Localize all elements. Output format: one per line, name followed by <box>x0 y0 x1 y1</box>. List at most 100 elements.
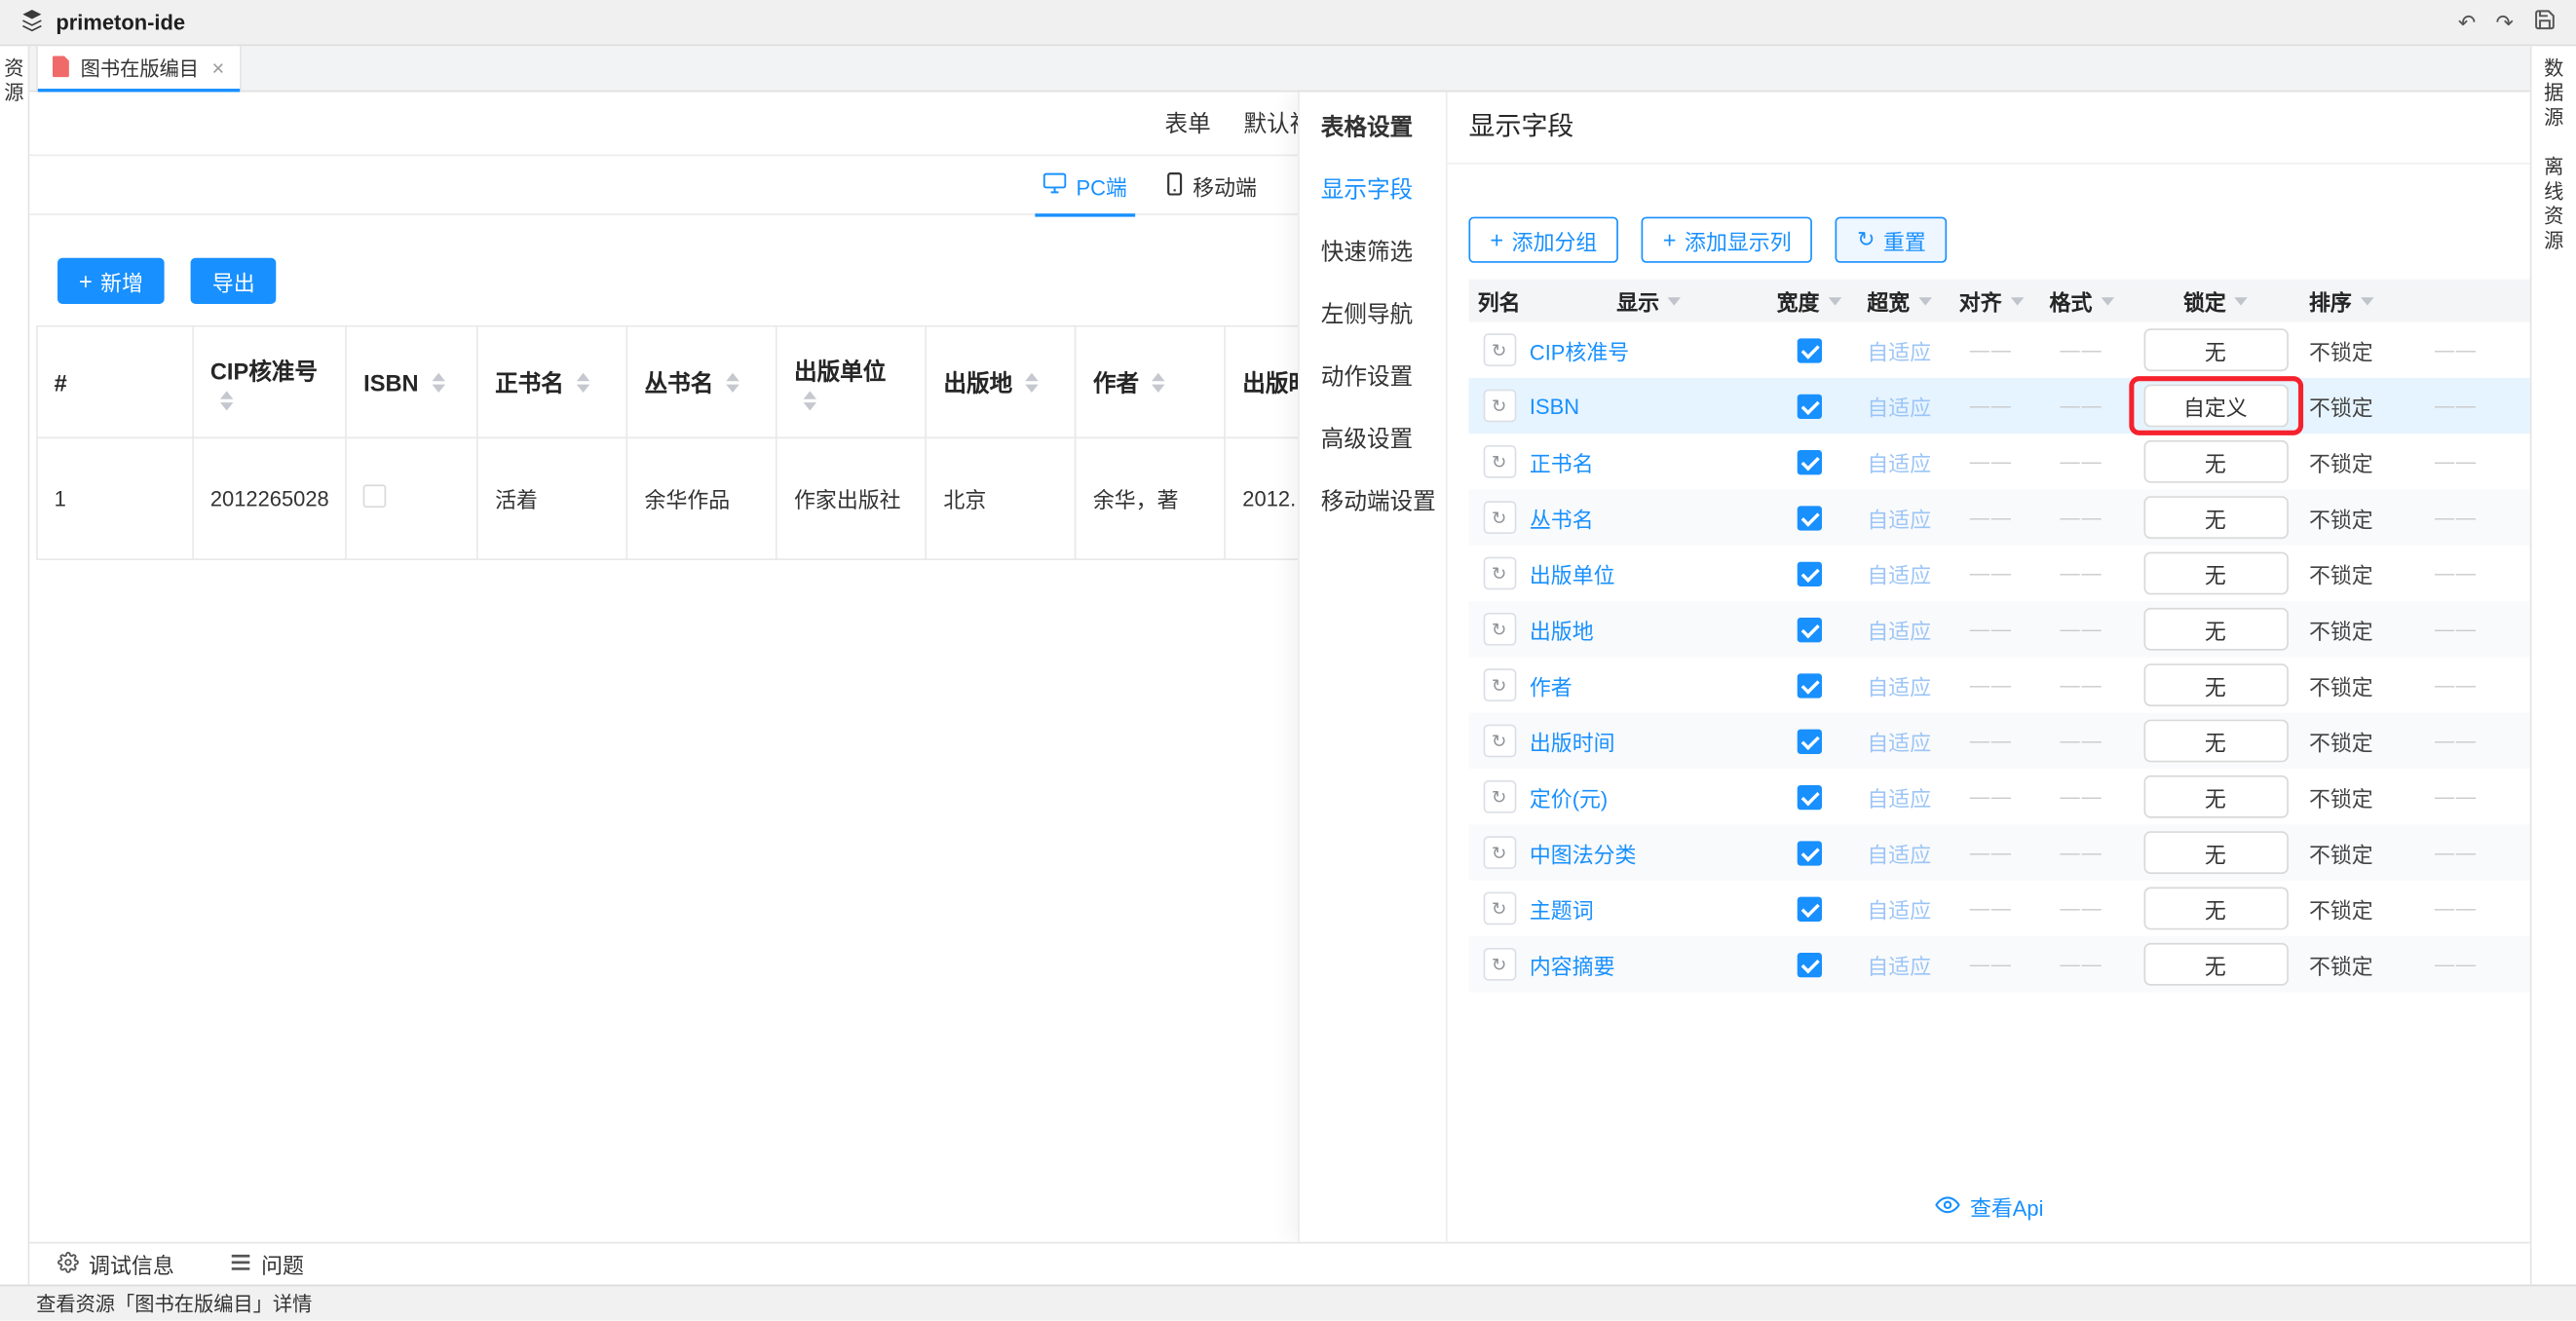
filter-caret-icon[interactable] <box>2010 296 2023 304</box>
filter-caret-icon[interactable] <box>1918 296 1931 304</box>
format-button[interactable]: 无 <box>2143 552 2288 595</box>
display-checkbox[interactable] <box>1797 784 1821 809</box>
field-name-link[interactable]: 内容摘要 <box>1530 949 1615 980</box>
tab-pc[interactable]: PC端 <box>1043 156 1127 215</box>
col-header-isbn[interactable]: ISBN <box>346 326 477 438</box>
lock-value[interactable]: 不锁定 <box>2309 949 2373 980</box>
settings-menu-item[interactable]: 移动端设置 <box>1300 470 1446 532</box>
field-row[interactable]: ↻ 丛书名 自适应 —— —— 无 不锁定 —— <box>1468 489 2531 545</box>
format-button[interactable]: 无 <box>2143 831 2288 874</box>
refresh-row-icon[interactable]: ↻ <box>1483 948 1516 981</box>
lock-value[interactable]: 不锁定 <box>2309 669 2373 700</box>
redo-icon[interactable]: ↷ <box>2496 12 2514 33</box>
field-name-link[interactable]: 出版地 <box>1530 614 1594 645</box>
lock-value[interactable]: 不锁定 <box>2309 892 2373 924</box>
filter-caret-icon[interactable] <box>2101 296 2113 304</box>
refresh-row-icon[interactable]: ↻ <box>1483 780 1516 813</box>
field-row[interactable]: ↻ 内容摘要 自适应 —— —— 无 不锁定 —— <box>1468 936 2531 992</box>
display-checkbox[interactable] <box>1797 841 1821 865</box>
width-value[interactable]: 自适应 <box>1867 390 1931 421</box>
lock-value[interactable]: 不锁定 <box>2309 334 2373 365</box>
field-column-header[interactable]: 宽度 <box>1767 280 1849 322</box>
tab-book-cip[interactable]: 图书在版编目 × <box>36 46 241 91</box>
reset-button[interactable]: ↻ 重置 <box>1836 217 1948 263</box>
width-value[interactable]: 自适应 <box>1867 614 1931 645</box>
filter-caret-icon[interactable] <box>2360 296 2372 304</box>
refresh-row-icon[interactable]: ↻ <box>1483 445 1516 478</box>
format-button[interactable]: 无 <box>2143 663 2288 706</box>
refresh-row-icon[interactable]: ↻ <box>1483 613 1516 646</box>
field-name-link[interactable]: 丛书名 <box>1530 502 1594 533</box>
col-header-place[interactable]: 出版地 <box>927 326 1076 438</box>
field-row[interactable]: ↻ ISBN 自适应 —— —— 自定义 不锁定 —— <box>1468 378 2531 434</box>
refresh-row-icon[interactable]: ↻ <box>1483 557 1516 590</box>
width-value[interactable]: 自适应 <box>1867 446 1931 477</box>
col-header-title[interactable]: 正书名 <box>477 326 626 438</box>
width-value[interactable]: 自适应 <box>1867 892 1931 924</box>
format-button[interactable]: 无 <box>2143 496 2288 539</box>
refresh-row-icon[interactable]: ↻ <box>1483 836 1516 869</box>
col-header-cip[interactable]: CIP核准号 <box>193 326 346 438</box>
field-name-link[interactable]: 中图法分类 <box>1530 837 1637 868</box>
field-column-header[interactable]: 对齐 <box>1949 280 2034 322</box>
rail-offline-resources[interactable]: 离线资源 <box>2540 156 2568 254</box>
field-row[interactable]: ↻ 正书名 自适应 —— —— 无 不锁定 —— <box>1468 434 2531 489</box>
field-row[interactable]: ↻ 出版地 自适应 —— —— 无 不锁定 —— <box>1468 601 2531 657</box>
display-checkbox[interactable] <box>1797 952 1821 976</box>
field-row[interactable]: ↻ 定价(元) 自适应 —— —— 无 不锁定 —— <box>1468 769 2531 824</box>
refresh-row-icon[interactable]: ↻ <box>1483 892 1516 925</box>
display-checkbox[interactable] <box>1797 896 1821 921</box>
format-button[interactable]: 无 <box>2143 328 2288 371</box>
rail-datasource[interactable]: 数据源 <box>2540 57 2568 132</box>
field-column-header[interactable]: 显示 <box>1530 280 1768 322</box>
sort-icon[interactable] <box>432 372 444 392</box>
field-column-header[interactable]: 列名 <box>1468 280 1529 322</box>
format-button[interactable]: 无 <box>2143 775 2288 818</box>
lock-value[interactable]: 不锁定 <box>2309 390 2373 421</box>
field-row[interactable]: ↻ 出版单位 自适应 —— —— 无 不锁定 —— <box>1468 546 2531 601</box>
field-row[interactable]: ↻ 作者 自适应 —— —— 无 不锁定 —— <box>1468 657 2531 712</box>
sort-icon[interactable] <box>220 390 233 409</box>
tab-close-icon[interactable]: × <box>212 56 225 80</box>
format-button[interactable]: 无 <box>2143 943 2288 986</box>
field-name-link[interactable]: 主题词 <box>1530 892 1594 924</box>
refresh-row-icon[interactable]: ↻ <box>1483 668 1516 701</box>
format-button[interactable]: 无 <box>2143 608 2288 651</box>
format-button[interactable]: 无 <box>2143 887 2288 930</box>
lock-value[interactable]: 不锁定 <box>2309 781 2373 812</box>
width-value[interactable]: 自适应 <box>1867 502 1931 533</box>
field-column-header[interactable]: 锁定 <box>2129 280 2301 322</box>
refresh-row-icon[interactable]: ↻ <box>1483 390 1516 423</box>
field-column-header[interactable]: 格式 <box>2034 280 2130 322</box>
tab-form[interactable]: 表单 <box>1165 92 1211 156</box>
width-value[interactable]: 自适应 <box>1867 725 1931 756</box>
table-row[interactable]: 1 2012265028 活着 余华作品 作家出版社 北京 余华，著 2012. <box>37 437 1422 559</box>
format-button[interactable]: 自定义 <box>2143 385 2288 428</box>
sort-icon[interactable] <box>727 372 739 392</box>
add-button[interactable]: + 新增 <box>57 258 165 304</box>
lock-value[interactable]: 不锁定 <box>2309 837 2373 868</box>
field-row[interactable]: ↻ 出版时间 自适应 —— —— 无 不锁定 —— <box>1468 713 2531 769</box>
width-value[interactable]: 自适应 <box>1867 334 1931 365</box>
settings-menu-item[interactable]: 高级设置 <box>1300 407 1446 470</box>
width-value[interactable]: 自适应 <box>1867 837 1931 868</box>
field-name-link[interactable]: 出版时间 <box>1530 725 1615 756</box>
field-column-header[interactable]: 超宽 <box>1850 280 1949 322</box>
sort-icon[interactable] <box>577 372 589 392</box>
lock-value[interactable]: 不锁定 <box>2309 502 2373 533</box>
col-header-publisher[interactable]: 出版单位 <box>777 326 926 438</box>
field-name-link[interactable]: ISBN <box>1530 394 1579 418</box>
settings-menu-item[interactable]: 快速筛选 <box>1300 220 1446 283</box>
width-value[interactable]: 自适应 <box>1867 781 1931 812</box>
lock-value[interactable]: 不锁定 <box>2309 725 2373 756</box>
field-name-link[interactable]: CIP核准号 <box>1530 334 1629 365</box>
format-button[interactable]: 无 <box>2143 720 2288 763</box>
width-value[interactable]: 自适应 <box>1867 557 1931 588</box>
field-name-link[interactable]: 正书名 <box>1530 446 1594 477</box>
width-value[interactable]: 自适应 <box>1867 669 1931 700</box>
format-button[interactable]: 无 <box>2143 440 2288 483</box>
settings-menu-item[interactable]: 显示字段 <box>1300 158 1446 220</box>
isbn-checkbox[interactable] <box>363 484 387 508</box>
width-value[interactable]: 自适应 <box>1867 949 1931 980</box>
view-api-link[interactable]: 查看Api <box>1448 1191 2532 1223</box>
